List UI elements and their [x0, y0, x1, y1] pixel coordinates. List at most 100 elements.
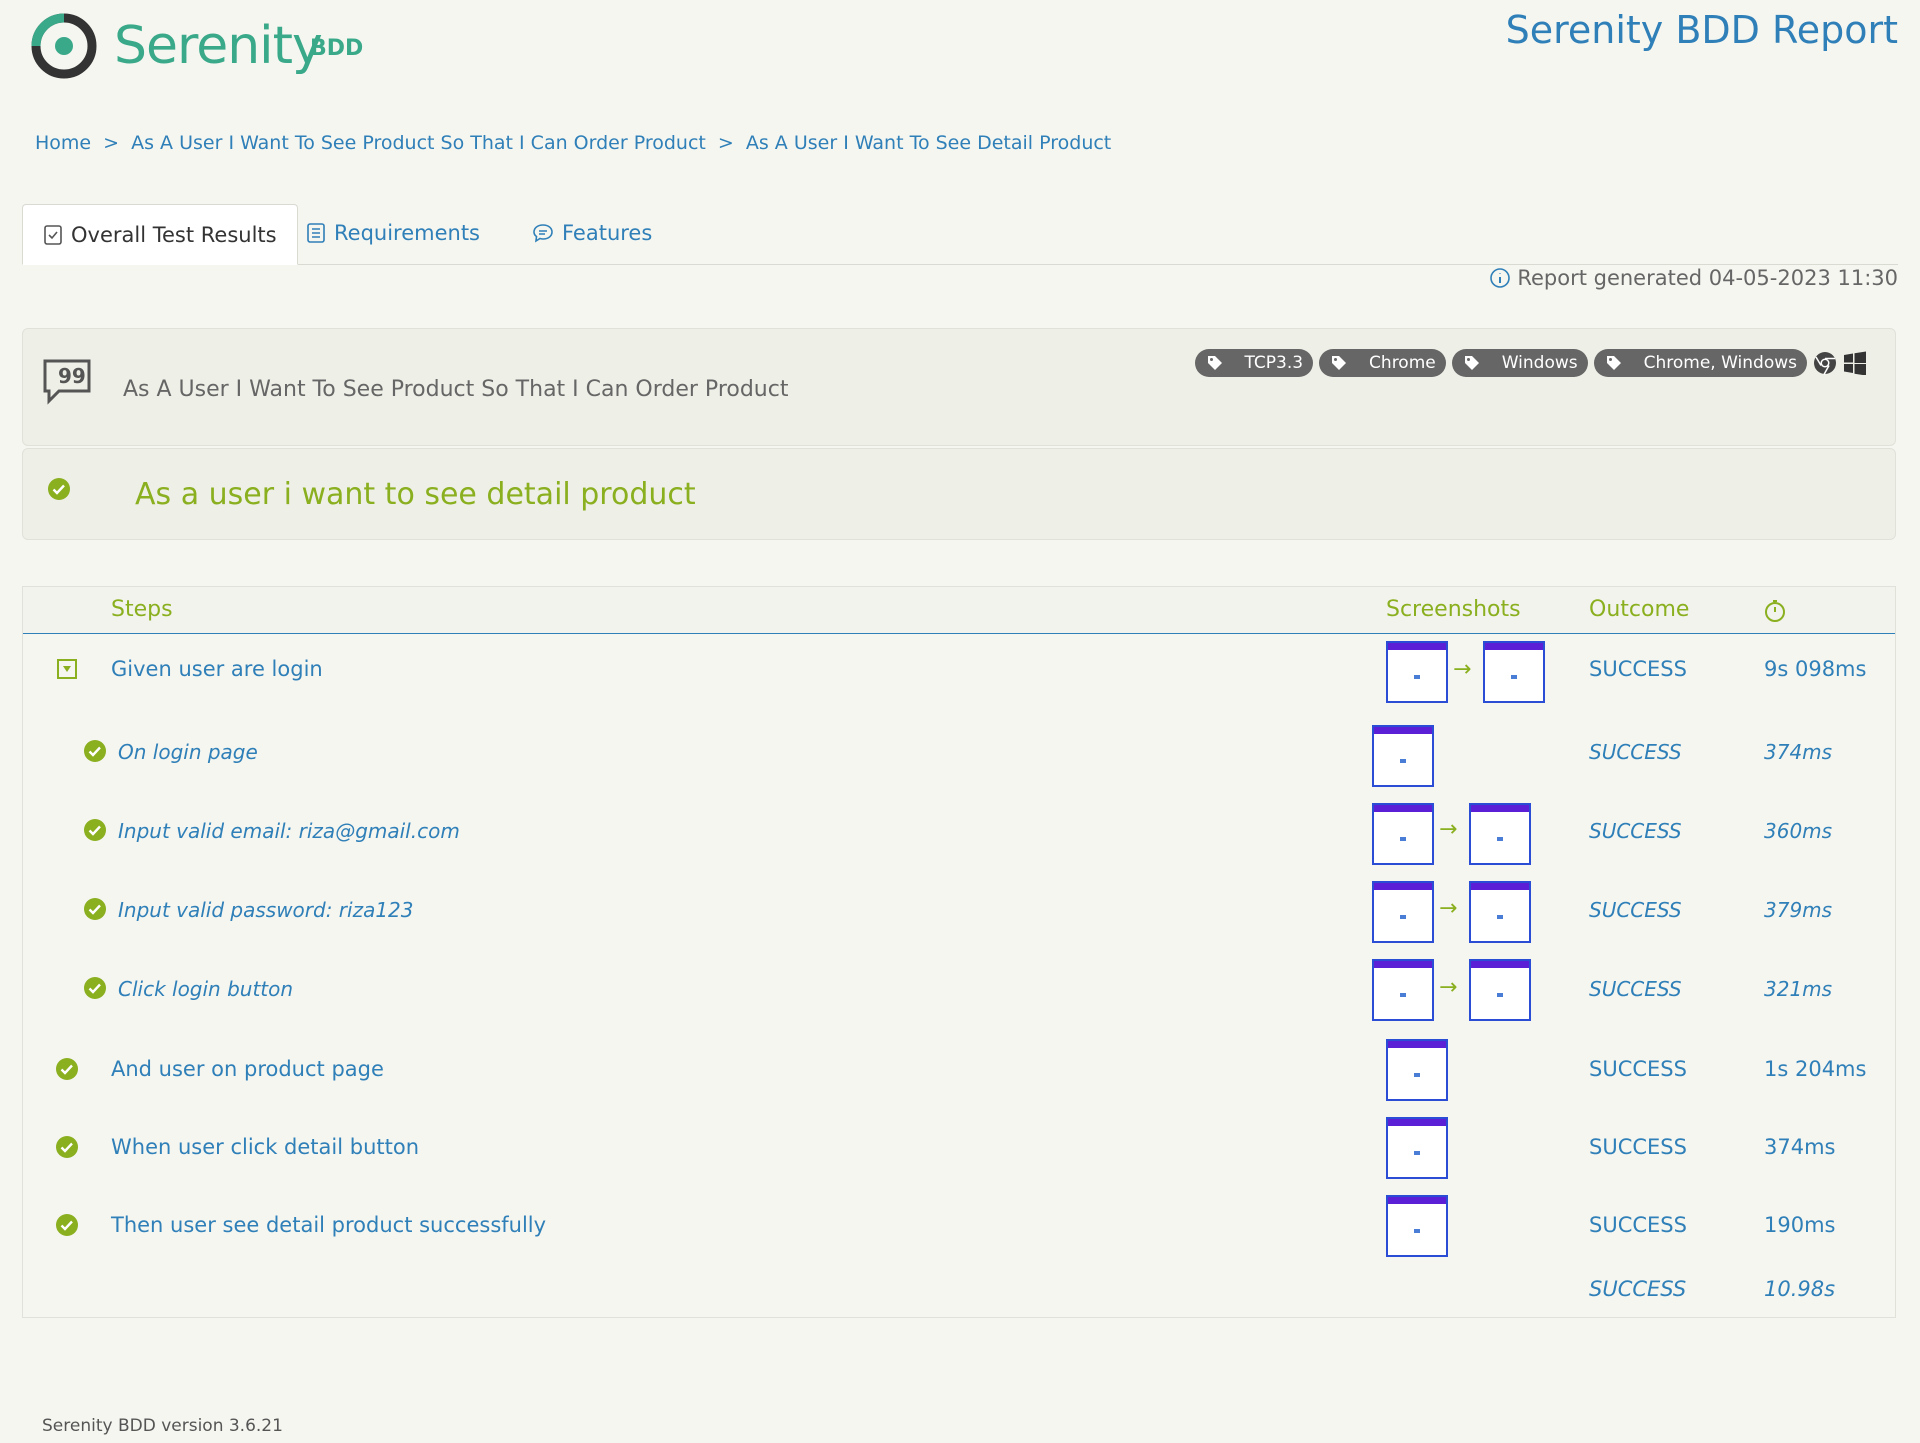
- breadcrumb-home[interactable]: Home: [35, 132, 91, 154]
- total-outcome: SUCCESS: [1589, 1277, 1687, 1301]
- scenario-panel: As a user i want to see detail product: [22, 448, 1896, 540]
- arrow-right-icon: →: [1439, 975, 1458, 1000]
- step-row: Input valid password: riza123 → SUCCESS …: [23, 869, 1895, 947]
- serenity-logo[interactable]: Serenity BDD: [28, 6, 368, 82]
- screenshot-thumbnail[interactable]: [1469, 803, 1531, 865]
- arrow-right-icon: →: [1439, 896, 1458, 921]
- tag-label: Windows: [1501, 353, 1578, 373]
- step-row: When user click detail button SUCCESS 37…: [23, 1105, 1895, 1183]
- tab-requirements[interactable]: Requirements: [286, 204, 500, 262]
- info-icon: [1490, 268, 1511, 288]
- chrome-icon: [1814, 352, 1836, 375]
- success-check-icon: [84, 819, 106, 841]
- tag-icon: [1464, 356, 1479, 370]
- tag-badge[interactable]: Windows: [1451, 349, 1588, 377]
- step-text: Given user are login: [111, 657, 323, 681]
- svg-text:99: 99: [58, 364, 86, 388]
- screenshots-header: Screenshots: [1386, 597, 1521, 622]
- success-check-icon: [56, 1214, 78, 1236]
- screenshot-thumbnail[interactable]: [1386, 1117, 1448, 1179]
- screenshot-thumbnail[interactable]: [1386, 1039, 1448, 1101]
- tab-features[interactable]: Features: [512, 204, 672, 262]
- breadcrumb-separator: >: [717, 132, 734, 154]
- step-row: On login page SUCCESS 374ms: [23, 713, 1895, 791]
- step-row: Click login button → SUCCESS 321ms: [23, 947, 1895, 1027]
- tab-bar: Overall Test Results Requirements Featur…: [22, 204, 1898, 265]
- step-text: Input valid email: riza@gmail.com: [118, 819, 460, 843]
- step-outcome: SUCCESS: [1589, 819, 1682, 843]
- steps-header: Steps: [111, 597, 173, 622]
- step-row: Given user are login → SUCCESS 9s 098ms: [23, 633, 1895, 713]
- step-outcome: SUCCESS: [1589, 977, 1682, 1001]
- outcome-header: Outcome: [1589, 597, 1690, 622]
- step-text: On login page: [118, 740, 258, 764]
- report-title: Serenity BDD Report: [1505, 8, 1898, 52]
- windows-icon: [1844, 351, 1866, 375]
- success-check-icon: [84, 898, 106, 920]
- total-duration: 10.98s: [1764, 1277, 1836, 1301]
- tag-icon: [1332, 356, 1347, 370]
- screenshot-thumbnail[interactable]: [1372, 803, 1434, 865]
- feature-title: As A User I Want To See Product So That …: [123, 377, 789, 402]
- step-duration: 379ms: [1764, 898, 1833, 922]
- tag-badge[interactable]: Chrome: [1319, 349, 1446, 377]
- tag-label: Chrome: [1369, 353, 1436, 373]
- arrow-right-icon: →: [1453, 657, 1472, 682]
- step-outcome: SUCCESS: [1589, 1057, 1687, 1081]
- arrow-right-icon: →: [1439, 817, 1458, 842]
- screenshot-thumbnail[interactable]: [1372, 725, 1434, 787]
- stopwatch-icon: [1765, 600, 1785, 622]
- report-generated: Report generated 04-05-2023 11:30: [1489, 266, 1898, 290]
- screenshot-thumbnail[interactable]: [1483, 641, 1545, 703]
- logo-text: Serenity: [114, 16, 323, 76]
- expand-toggle[interactable]: [57, 659, 77, 679]
- logo-suffix: BDD: [310, 36, 364, 61]
- screenshot-thumbnail[interactable]: [1469, 881, 1531, 943]
- step-duration: 9s 098ms: [1764, 657, 1867, 681]
- checklist-icon: [44, 224, 62, 245]
- screenshot-thumbnail[interactable]: [1372, 881, 1434, 943]
- step-row: Input valid email: riza@gmail.com → SUCC…: [23, 791, 1895, 869]
- scenario-title: As a user i want to see detail product: [135, 477, 696, 512]
- version-footer: Serenity BDD version 3.6.21: [42, 1416, 283, 1436]
- step-text: Then user see detail product successfull…: [111, 1213, 547, 1237]
- screenshot-thumbnail[interactable]: [1372, 959, 1434, 1021]
- requirements-icon: [307, 223, 325, 243]
- tab-label: Requirements: [334, 221, 480, 245]
- success-check-icon: [84, 977, 106, 999]
- screenshot-thumbnail[interactable]: [1386, 1195, 1448, 1257]
- step-outcome: SUCCESS: [1589, 1135, 1687, 1159]
- step-row: Then user see detail product successfull…: [23, 1183, 1895, 1261]
- success-check-icon: [48, 478, 70, 500]
- success-check-icon: [56, 1136, 78, 1158]
- tag-label: TCP3.3: [1244, 353, 1304, 373]
- total-row: SUCCESS 10.98s: [23, 1261, 1895, 1317]
- screenshot-thumbnail[interactable]: [1386, 641, 1448, 703]
- step-outcome: SUCCESS: [1589, 898, 1682, 922]
- tag-label: Chrome, Windows: [1643, 353, 1797, 373]
- step-text: Input valid password: riza123: [118, 898, 414, 922]
- breadcrumb-feature[interactable]: As A User I Want To See Product So That …: [131, 132, 706, 154]
- breadcrumb-separator: >: [103, 132, 120, 154]
- chat-icon: [533, 224, 553, 243]
- screenshot-thumbnail[interactable]: [1469, 959, 1531, 1021]
- tag-list: TCP3.3 Chrome Windows Chrome, Windows: [1194, 349, 1868, 377]
- step-text: Click login button: [118, 977, 294, 1001]
- step-duration: 360ms: [1764, 819, 1833, 843]
- step-duration: 374ms: [1764, 1135, 1836, 1159]
- step-text: And user on product page: [111, 1057, 384, 1081]
- step-duration: 190ms: [1764, 1213, 1836, 1237]
- success-check-icon: [56, 1058, 78, 1080]
- quote-bubble-icon: 99: [43, 359, 91, 405]
- step-outcome: SUCCESS: [1589, 657, 1687, 681]
- step-text: When user click detail button: [111, 1135, 420, 1159]
- tag-badge[interactable]: TCP3.3: [1194, 349, 1314, 377]
- tab-overall-test-results[interactable]: Overall Test Results: [22, 204, 298, 265]
- tab-label: Overall Test Results: [71, 222, 277, 247]
- breadcrumb-scenario[interactable]: As A User I Want To See Detail Product: [746, 132, 1111, 154]
- report-generated-text: Report generated 04-05-2023 11:30: [1517, 266, 1898, 290]
- step-outcome: SUCCESS: [1589, 1213, 1687, 1237]
- step-outcome: SUCCESS: [1589, 740, 1682, 764]
- tag-icon: [1606, 356, 1621, 370]
- tag-badge[interactable]: Chrome, Windows: [1593, 349, 1807, 377]
